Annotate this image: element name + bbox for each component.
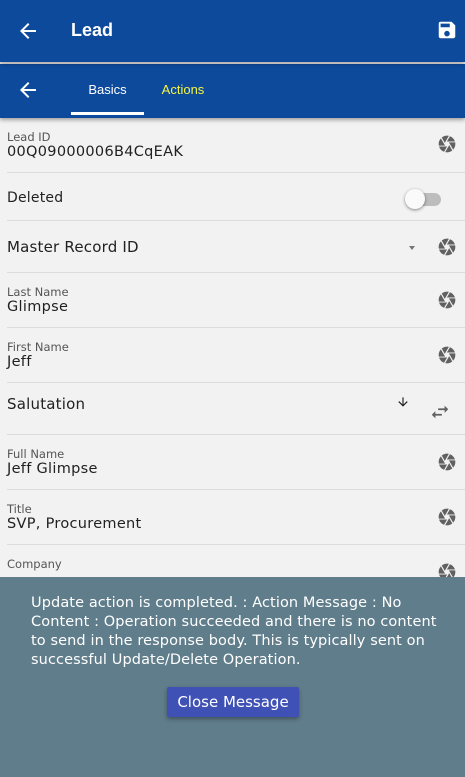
aperture-icon[interactable]	[437, 507, 457, 527]
aperture-icon[interactable]	[437, 134, 457, 154]
field-label: First Name	[7, 340, 69, 354]
field-title: Title SVP, Procurement	[7, 490, 465, 545]
arrow-left-icon[interactable]	[16, 78, 40, 102]
field-salutation: Salutation	[7, 383, 465, 435]
app-bar: Lead	[0, 0, 465, 62]
field-full-name: Full Name Jeff Glimpse	[7, 435, 465, 490]
field-label: Full Name	[7, 447, 65, 461]
toggle-knob	[405, 189, 425, 209]
field-label: Master Record ID	[7, 238, 139, 256]
aperture-icon[interactable]	[437, 345, 457, 365]
field-value[interactable]: SVP, Procurement	[7, 516, 142, 532]
status-message: Update action is completed. : Action Mes…	[31, 595, 437, 668]
message-panel: Update action is completed. : Action Mes…	[0, 577, 465, 777]
tab-bar: Basics Actions	[0, 64, 465, 118]
tab-basics[interactable]: Basics	[71, 64, 144, 115]
lead-form: Lead ID 00Q09000006B4CqEAK Deleted Maste…	[0, 118, 465, 600]
field-master-record-id: Master Record ID	[7, 221, 465, 273]
field-label: Deleted	[7, 190, 64, 206]
field-label: Title	[7, 502, 32, 516]
aperture-icon[interactable]	[437, 237, 457, 257]
field-deleted: Deleted	[7, 173, 465, 221]
aperture-icon[interactable]	[437, 452, 457, 472]
field-value[interactable]: 00Q09000006B4CqEAK	[7, 144, 183, 160]
aperture-icon[interactable]	[437, 290, 457, 310]
field-value[interactable]: Glimpse	[7, 299, 68, 315]
arrow-down-icon[interactable]	[396, 395, 410, 409]
page-title: Lead	[71, 20, 114, 40]
field-first-name: First Name Jeff	[7, 328, 465, 383]
field-value[interactable]: Jeff	[7, 354, 32, 370]
tab-actions[interactable]: Actions	[150, 64, 216, 114]
field-last-name: Last Name Glimpse	[7, 273, 465, 328]
save-icon[interactable]	[436, 19, 458, 41]
deleted-toggle[interactable]	[405, 189, 443, 209]
close-message-button[interactable]: Close Message	[167, 687, 299, 717]
swap-icon[interactable]	[429, 401, 451, 423]
field-label: Last Name	[7, 285, 69, 299]
field-value[interactable]: Jeff Glimpse	[7, 461, 98, 477]
dropdown-arrow-icon[interactable]	[409, 246, 415, 250]
field-lead-id: Lead ID 00Q09000006B4CqEAK	[7, 118, 465, 173]
field-label: Salutation	[7, 395, 86, 413]
arrow-left-icon[interactable]	[16, 19, 40, 43]
field-label: Lead ID	[7, 130, 51, 144]
field-label: Company	[7, 557, 62, 571]
